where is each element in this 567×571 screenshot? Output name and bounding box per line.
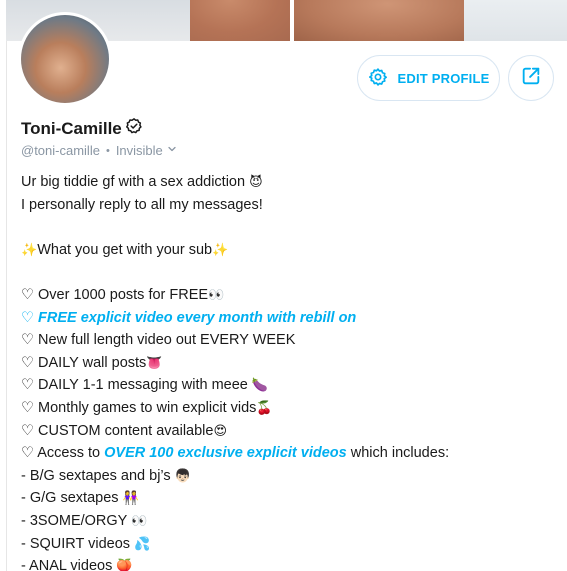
bio-emoji: 🍑	[116, 559, 133, 571]
bio-highlight: FREE explicit video every month with reb…	[38, 309, 357, 326]
bio-text: Ur big tiddie gf with a sex addiction	[21, 174, 250, 190]
meta-separator: •	[105, 144, 110, 157]
profile-meta-row: @toni-camille • Invisible	[21, 143, 178, 158]
bio-line: ♡ Access to OVER 100 exclusive explicit …	[21, 442, 561, 465]
profile-name: Toni-Camille	[21, 118, 122, 138]
avatar[interactable]	[18, 12, 112, 106]
avatar-image	[21, 15, 109, 103]
bio-emoji: ✨	[21, 242, 38, 258]
bio-text: ♡ Monthly games to win explicit vids	[21, 399, 257, 416]
bio-text: ♡ Over 1000 posts for FREE	[21, 286, 209, 303]
bio-line: ♡ Monthly games to win explicit vids🍒	[21, 397, 561, 420]
status-dropdown[interactable]: Invisible	[116, 143, 178, 158]
bio-emoji: 💦	[134, 536, 151, 552]
bio-emoji: 👦🏻	[174, 468, 191, 484]
bio-text: ♡ DAILY wall posts	[21, 354, 147, 371]
content-border	[6, 41, 7, 571]
bio-text: ♡	[21, 309, 39, 326]
profile-page: EDIT PROFILE Toni-Camille @toni-camille …	[0, 0, 567, 571]
bio-line: ♡ DAILY wall posts👅	[21, 352, 561, 375]
bio-text: ♡ Access to	[21, 445, 105, 462]
profile-name-row: Toni-Camille	[21, 117, 143, 140]
bio-text: I personally reply to all my messages!	[21, 196, 263, 213]
bio-line: - G/G sextapes 👭	[21, 487, 561, 510]
share-button[interactable]	[508, 55, 554, 101]
bio-line: - B/G sextapes and bj’s 👦🏻	[21, 465, 561, 488]
bio-line: ♡ New full length video out EVERY WEEK	[21, 329, 561, 352]
profile-handle: @toni-camille	[21, 143, 100, 158]
bio-line: ♡ FREE explicit video every month with r…	[21, 307, 561, 330]
bio-text: - G/G sextapes	[21, 490, 123, 507]
edit-profile-label: EDIT PROFILE	[397, 70, 490, 86]
bio-emoji: 😈	[249, 175, 263, 190]
bio-line: ✨What you get with your sub✨	[21, 239, 561, 262]
profile-bio: Ur big tiddie gf with a sex addiction 😈 I…	[21, 171, 561, 571]
bio-emoji: 👀	[208, 287, 225, 303]
bio-text: ♡ DAILY 1-1 messaging with meee	[21, 377, 252, 394]
bio-emoji: 🍆	[251, 378, 269, 394]
banner-image-2	[190, 0, 290, 41]
bio-line: ♡ DAILY 1-1 messaging with meee 🍆	[21, 374, 561, 397]
bio-emoji: 😍	[213, 423, 228, 439]
bio-line: - ANAL videos 🍑	[21, 555, 561, 571]
bio-text: - 3SOME/ORGY	[21, 512, 132, 529]
bio-blank-line	[21, 216, 561, 239]
share-icon	[520, 65, 542, 92]
bio-line: Ur big tiddie gf with a sex addiction 😈	[21, 171, 561, 194]
bio-line: - 3SOME/ORGY 👀	[21, 510, 561, 533]
bio-line: ♡ CUSTOM content available😍	[21, 420, 561, 443]
bio-text: - SQUIRT videos	[21, 535, 135, 552]
bio-emoji: ✨	[212, 242, 229, 258]
bio-text: ♡ New full length video out EVERY WEEK	[21, 332, 296, 349]
banner-image-3	[294, 0, 464, 41]
bio-emoji: 👅	[146, 355, 163, 371]
bio-text: - B/G sextapes and bj’s	[21, 467, 175, 484]
status-label: Invisible	[115, 143, 163, 158]
bio-text: - ANAL videos	[21, 558, 117, 571]
bio-text: What you get with your sub	[37, 241, 213, 258]
gear-icon	[368, 67, 388, 90]
bio-blank-line	[21, 261, 561, 284]
bio-emoji: 🍒	[256, 400, 273, 416]
edit-profile-button[interactable]: EDIT PROFILE	[357, 55, 500, 101]
bio-line: - SQUIRT videos 💦	[21, 533, 561, 556]
verified-badge-icon	[125, 117, 143, 140]
bio-text: ♡ CUSTOM content available	[21, 422, 214, 439]
chevron-down-icon	[166, 143, 178, 158]
bio-line: ♡ Over 1000 posts for FREE👀	[21, 284, 561, 307]
banner-image-4	[464, 0, 567, 41]
bio-emoji: 👭	[122, 491, 139, 507]
bio-emoji: 👀	[131, 513, 148, 529]
bio-line: I personally reply to all my messages!	[21, 194, 561, 217]
bio-text: which includes:	[346, 445, 450, 462]
bio-highlight: OVER 100 exclusive explicit videos	[104, 445, 347, 462]
